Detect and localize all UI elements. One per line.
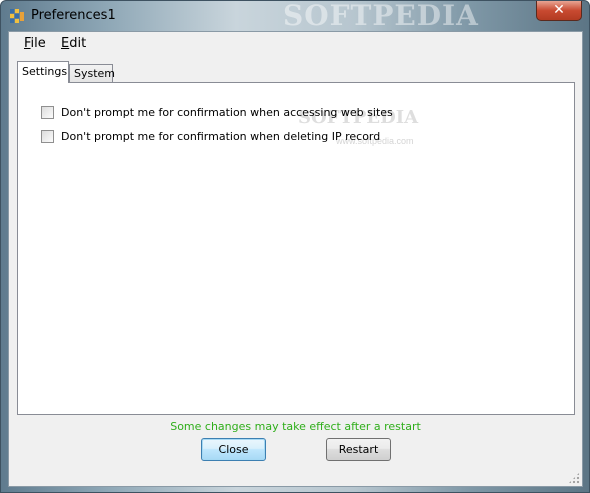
ip-record-label[interactable]: Don't prompt me for confirmation when de… (61, 130, 380, 143)
menu-edit-label: dit (69, 36, 87, 51)
client-area: File Edit Settings System SOFTPEDIA www.… (8, 31, 583, 487)
preferences-window: Preferences1 SOFTPEDIA ✕ File Edit Setti… (0, 0, 590, 493)
tab-settings-label: Settings (22, 65, 68, 78)
close-button[interactable]: Close (201, 438, 266, 461)
restart-notice: Some changes may take effect after a res… (170, 420, 421, 433)
settings-panel: SOFTPEDIA www.softpedia.com Don't prompt… (17, 82, 575, 415)
title-bar[interactable]: Preferences1 SOFTPEDIA ✕ (1, 0, 589, 32)
web-sites-label[interactable]: Don't prompt me for confirmation when ac… (61, 106, 393, 119)
app-grid-icon[interactable] (9, 8, 25, 24)
menu-file[interactable]: File (24, 36, 46, 51)
close-window-button[interactable]: ✕ (536, 1, 582, 21)
menu-bar: File Edit (9, 32, 582, 54)
resize-grip-icon[interactable] (568, 472, 580, 484)
ip-record-checkbox[interactable] (41, 130, 54, 143)
window-title: Preferences1 (31, 8, 116, 23)
menu-file-label: ile (30, 36, 46, 51)
tab-settings[interactable]: Settings (17, 61, 69, 83)
menu-edit[interactable]: Edit (61, 36, 86, 51)
web-sites-checkbox[interactable] (41, 106, 54, 119)
tab-system[interactable]: System (69, 64, 116, 83)
tab-system-label: System (74, 67, 116, 80)
close-icon[interactable]: ✕ (553, 2, 565, 18)
menu-edit-mnemonic: E (61, 36, 70, 51)
restart-button[interactable]: Restart (326, 438, 391, 461)
title-watermark: SOFTPEDIA (283, 0, 479, 32)
